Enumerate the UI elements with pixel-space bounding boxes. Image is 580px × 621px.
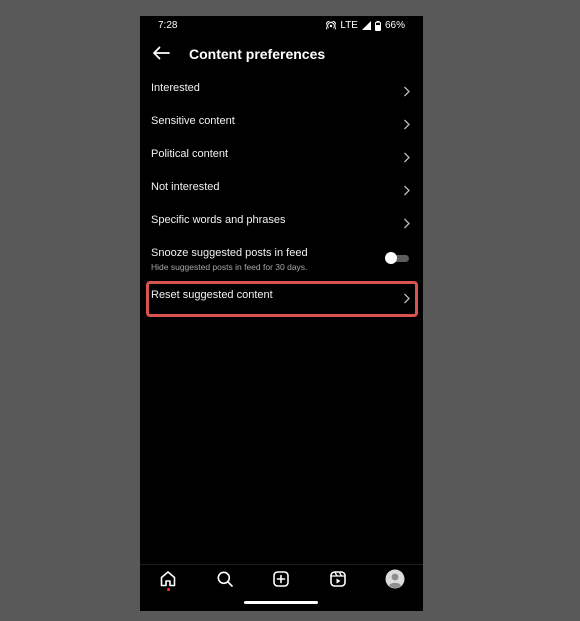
search-icon xyxy=(216,570,234,593)
snooze-sublabel: Hide suggested posts in feed for 30 days… xyxy=(151,262,308,272)
create-icon xyxy=(272,570,290,593)
item-label: Reset suggested content xyxy=(151,289,273,301)
battery-label: 66% xyxy=(384,20,405,31)
item-not-interested[interactable]: Not interested xyxy=(140,172,423,205)
item-reset-suggested-content[interactable]: Reset suggested content xyxy=(140,280,423,313)
chevron-right-icon xyxy=(403,291,411,304)
back-button[interactable] xyxy=(150,44,172,66)
page-title: Content preferences xyxy=(189,46,326,62)
snooze-toggle[interactable] xyxy=(385,252,409,264)
item-specific-words[interactable]: Specific words and phrases xyxy=(140,205,423,238)
nav-create-button[interactable] xyxy=(270,570,292,592)
notification-dot xyxy=(167,588,170,591)
item-snooze-suggested-posts: Snooze suggested posts in feed Hide sugg… xyxy=(140,242,423,282)
item-label: Political content xyxy=(151,148,229,160)
back-arrow-icon xyxy=(152,46,170,65)
page-header: Content preferences xyxy=(140,42,423,68)
bottom-nav xyxy=(140,564,423,595)
snooze-label: Snooze suggested posts in feed xyxy=(151,247,308,259)
toggle-knob xyxy=(385,252,397,264)
nav-reels-button[interactable] xyxy=(327,570,349,592)
network-label: LTE xyxy=(340,20,358,31)
item-sensitive-content[interactable]: Sensitive content xyxy=(140,106,423,139)
chevron-right-icon xyxy=(403,216,411,229)
chevron-right-icon xyxy=(403,117,411,130)
item-political-content[interactable]: Political content xyxy=(140,139,423,172)
nav-search-button[interactable] xyxy=(214,570,236,592)
item-label: Not interested xyxy=(151,181,220,193)
nav-profile-button[interactable] xyxy=(384,569,406,594)
status-bar: 7:28 LTE 66% xyxy=(140,16,423,36)
item-interested[interactable]: Interested xyxy=(140,73,423,106)
phone-screen: 7:28 LTE 66% Content preferences Interes… xyxy=(140,16,423,611)
home-indicator[interactable] xyxy=(244,601,318,604)
item-label: Interested xyxy=(151,82,200,94)
item-label: Sensitive content xyxy=(151,115,235,127)
reels-icon xyxy=(329,570,347,593)
chevron-right-icon xyxy=(403,183,411,196)
profile-icon xyxy=(385,569,405,594)
signal-icon xyxy=(361,21,371,30)
status-right: LTE 66% xyxy=(326,20,405,31)
chevron-right-icon xyxy=(403,84,411,97)
battery-icon xyxy=(374,20,381,31)
hotspot-icon xyxy=(326,21,337,30)
chevron-right-icon xyxy=(403,150,411,163)
item-label: Specific words and phrases xyxy=(151,214,286,226)
status-time: 7:28 xyxy=(158,20,178,31)
